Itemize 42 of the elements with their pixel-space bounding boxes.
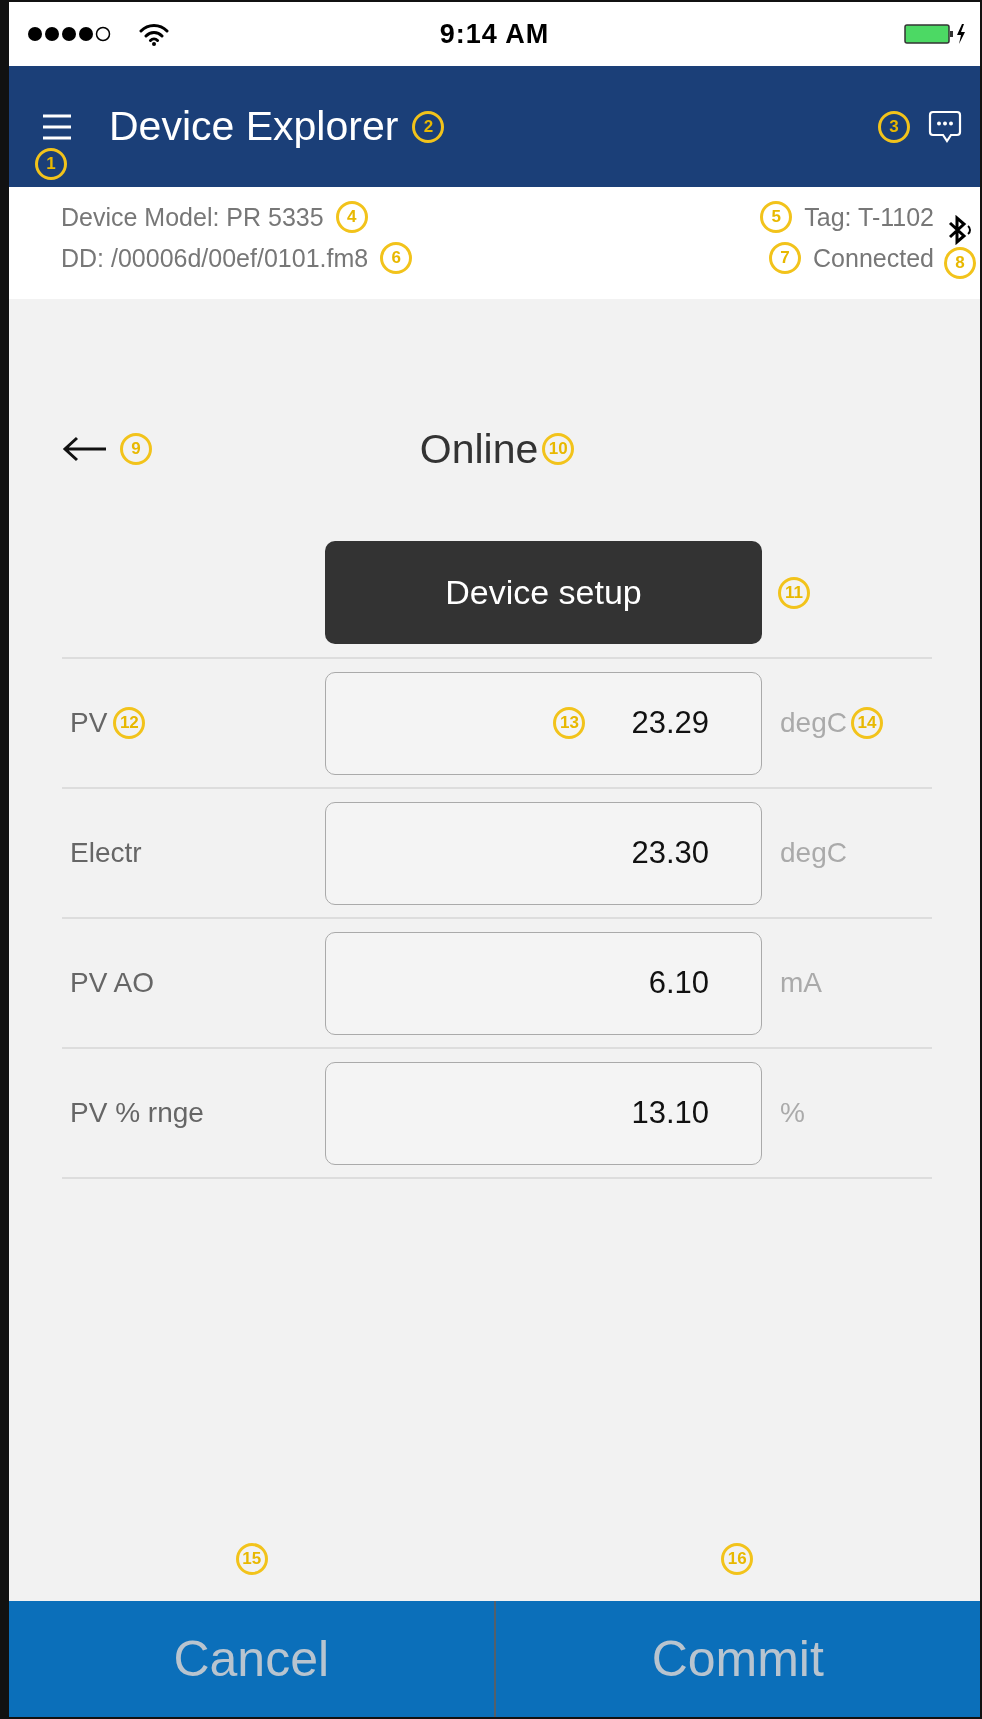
parameter-label: PV: [69, 707, 108, 739]
value-field[interactable]: 23.30: [325, 801, 762, 905]
unit-label: degC: [780, 707, 847, 739]
parameter-label: Electr: [69, 837, 142, 869]
callout-number: 7: [769, 242, 802, 274]
bluetooth-icon: [947, 215, 973, 245]
menu-icon[interactable]: [41, 112, 73, 141]
callout-number: 5: [760, 201, 793, 233]
callout-number: 1: [35, 148, 67, 180]
callout-number: 8: [944, 247, 976, 279]
app-title: Device Explorer: [109, 103, 399, 150]
parameter-label: PV % rnge: [69, 1097, 204, 1129]
unit-label: %: [780, 1097, 805, 1129]
callout-number: 2: [412, 110, 445, 143]
callout-number: 11: [778, 576, 810, 609]
battery-icon: [904, 22, 968, 46]
back-arrow-icon[interactable]: [62, 435, 108, 463]
callout-number: 12: [113, 707, 146, 739]
callout-number: 4: [335, 201, 368, 233]
info-text: Connected: [813, 243, 934, 273]
value-field[interactable]: 13.10: [325, 1061, 762, 1165]
callout-number: 14: [850, 707, 883, 739]
info-text: Tag: T-1102: [804, 202, 934, 232]
device-setup-button[interactable]: Device setup: [325, 541, 762, 644]
unit-label: mA: [780, 967, 822, 999]
unit-label: degC: [780, 837, 847, 869]
callout-number: 6: [380, 242, 413, 274]
callout-number: 13: [553, 707, 586, 739]
callout-number: 3: [878, 110, 910, 143]
info-text: Device Model: PR 5335: [61, 202, 324, 232]
page-title: Online: [419, 425, 539, 473]
chat-icon[interactable]: [928, 109, 962, 144]
wifi-icon: [139, 22, 169, 46]
callout-number: 16: [721, 1543, 754, 1575]
value-field[interactable]: 6.10: [325, 931, 762, 1035]
value-field[interactable]: 13 23.29: [325, 671, 762, 775]
callout-number: 15: [235, 1543, 268, 1575]
parameter-label: PV AO: [69, 967, 155, 999]
info-text: DD: /00006d/00ef/0101.fm8: [61, 243, 369, 273]
clock-time: 9:14 AM: [439, 18, 550, 49]
callout-number: 10: [542, 433, 575, 465]
callout-number: 9: [120, 433, 152, 465]
